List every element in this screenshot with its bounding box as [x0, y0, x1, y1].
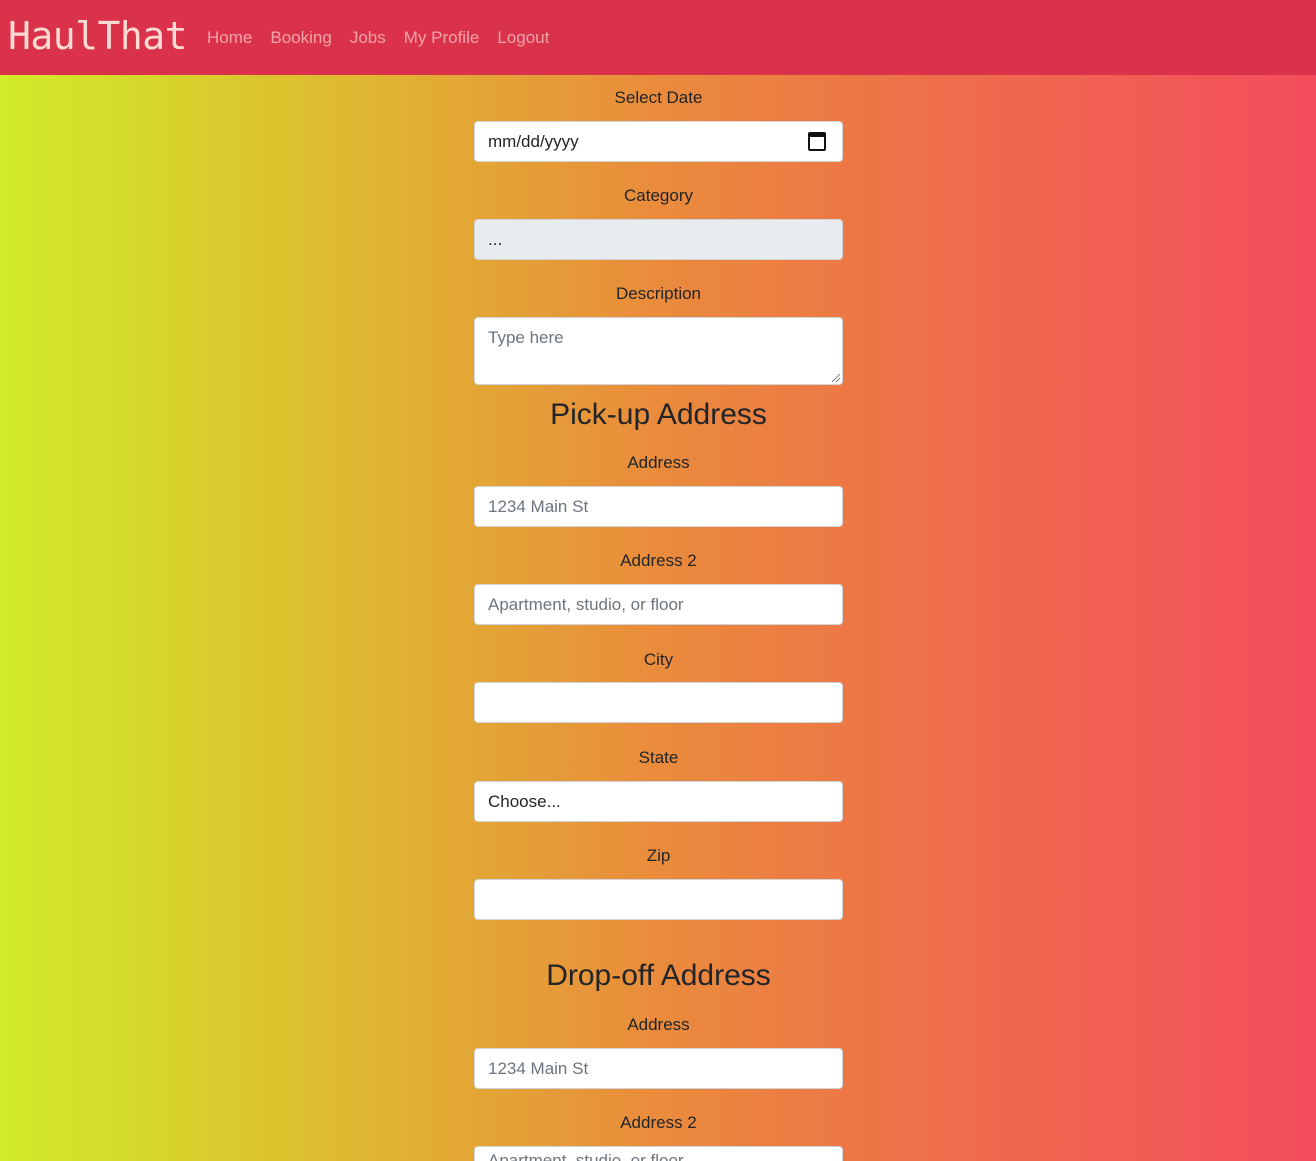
- pickup-title: Pick-up Address: [550, 398, 767, 431]
- dropoff-address2-group: Address 2: [474, 1112, 843, 1134]
- brand-logo[interactable]: HaulThat: [8, 14, 188, 58]
- date-group: Select Date: [474, 87, 843, 109]
- nav-link-my-profile[interactable]: My Profile: [404, 28, 480, 48]
- pickup-zip-group: Zip: [474, 845, 843, 867]
- pickup-address2-group: Address 2: [474, 550, 843, 572]
- category-label: Category: [624, 186, 693, 205]
- pickup-address2-placeholder: Apartment, studio, or floor: [488, 594, 684, 614]
- navbar: HaulThat Home Booking Jobs My Profile Lo…: [0, 0, 1316, 75]
- pickup-zip-input[interactable]: [474, 879, 843, 920]
- pickup-city-group: City: [474, 649, 843, 671]
- pickup-city-label: City: [643, 650, 674, 669]
- description-group: Description: [474, 283, 843, 305]
- nav-link-booking[interactable]: Booking: [270, 28, 331, 48]
- pickup-address-group: Address: [474, 452, 843, 474]
- dropoff-address-group: Address: [474, 1014, 843, 1036]
- dropoff-address2-input[interactable]: Apartment, studio, or floor: [474, 1146, 843, 1161]
- calendar-icon[interactable]: [808, 132, 826, 151]
- dropoff-address-label: Address: [627, 1015, 690, 1034]
- pickup-address-input[interactable]: 1234 Main St: [474, 486, 843, 527]
- date-input[interactable]: mm/dd/yyyy: [474, 121, 843, 162]
- dropoff-title: Drop-off Address: [546, 959, 771, 992]
- pickup-address-label: Address: [627, 453, 690, 472]
- category-input[interactable]: ...: [474, 219, 843, 260]
- pickup-state-select[interactable]: Choose...: [474, 781, 843, 822]
- description-placeholder: Type here: [488, 328, 564, 347]
- pickup-address-placeholder: 1234 Main St: [488, 496, 589, 516]
- pickup-state-group: State: [474, 747, 843, 769]
- date-label: Select Date: [614, 88, 703, 107]
- nav-link-logout[interactable]: Logout: [497, 28, 549, 48]
- description-textarea[interactable]: Type here: [474, 317, 843, 385]
- nav-link-home[interactable]: Home: [207, 28, 252, 48]
- dropoff-address-input[interactable]: 1234 Main St: [474, 1048, 843, 1089]
- category-value: ...: [488, 229, 503, 249]
- pickup-address2-label: Address 2: [620, 551, 697, 570]
- dropoff-address-placeholder: 1234 Main St: [488, 1058, 589, 1078]
- nav-link-jobs[interactable]: Jobs: [350, 28, 386, 48]
- pickup-state-label: State: [638, 748, 679, 767]
- pickup-state-value: Choose...: [488, 791, 561, 811]
- description-label: Description: [615, 284, 702, 303]
- pickup-address2-input[interactable]: Apartment, studio, or floor: [474, 584, 843, 625]
- dropoff-address2-placeholder: Apartment, studio, or floor: [488, 1151, 684, 1161]
- date-input-text: mm/dd/yyyy: [488, 131, 579, 151]
- pickup-zip-label: Zip: [646, 846, 671, 865]
- resize-grip-icon[interactable]: [832, 374, 840, 382]
- dropoff-address2-label: Address 2: [620, 1113, 697, 1132]
- category-group: Category: [474, 185, 843, 207]
- pickup-city-input[interactable]: [474, 682, 843, 723]
